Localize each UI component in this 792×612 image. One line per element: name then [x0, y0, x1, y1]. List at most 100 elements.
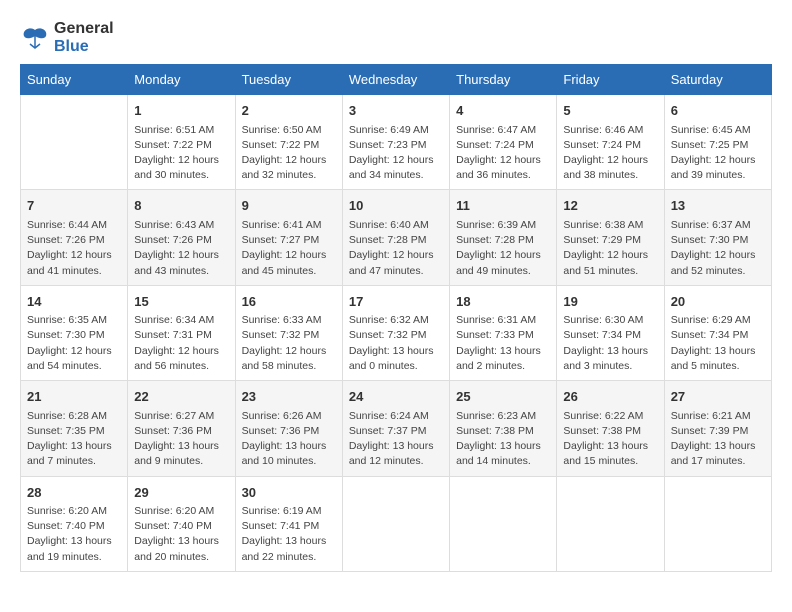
logo-text: General Blue [54, 20, 114, 56]
day-info: Sunrise: 6:39 AMSunset: 7:28 PMDaylight:… [456, 218, 550, 279]
day-number: 18 [456, 292, 550, 312]
calendar-week-row: 1Sunrise: 6:51 AMSunset: 7:22 PMDaylight… [21, 95, 772, 190]
day-number: 4 [456, 101, 550, 121]
calendar-cell: 15Sunrise: 6:34 AMSunset: 7:31 PMDayligh… [128, 285, 235, 380]
calendar-cell: 9Sunrise: 6:41 AMSunset: 7:27 PMDaylight… [235, 190, 342, 285]
day-number: 12 [563, 196, 657, 216]
day-info: Sunrise: 6:49 AMSunset: 7:23 PMDaylight:… [349, 123, 443, 184]
calendar-cell: 28Sunrise: 6:20 AMSunset: 7:40 PMDayligh… [21, 476, 128, 571]
column-header-saturday: Saturday [664, 65, 771, 95]
day-number: 19 [563, 292, 657, 312]
day-number: 2 [242, 101, 336, 121]
calendar-cell: 26Sunrise: 6:22 AMSunset: 7:38 PMDayligh… [557, 381, 664, 476]
day-number: 13 [671, 196, 765, 216]
day-info: Sunrise: 6:31 AMSunset: 7:33 PMDaylight:… [456, 313, 550, 374]
calendar-cell: 4Sunrise: 6:47 AMSunset: 7:24 PMDaylight… [450, 95, 557, 190]
day-info: Sunrise: 6:51 AMSunset: 7:22 PMDaylight:… [134, 123, 228, 184]
day-info: Sunrise: 6:24 AMSunset: 7:37 PMDaylight:… [349, 409, 443, 470]
column-header-friday: Friday [557, 65, 664, 95]
calendar-cell: 11Sunrise: 6:39 AMSunset: 7:28 PMDayligh… [450, 190, 557, 285]
calendar-week-row: 21Sunrise: 6:28 AMSunset: 7:35 PMDayligh… [21, 381, 772, 476]
calendar-table: SundayMondayTuesdayWednesdayThursdayFrid… [20, 64, 772, 572]
day-info: Sunrise: 6:19 AMSunset: 7:41 PMDaylight:… [242, 504, 336, 565]
calendar-cell: 22Sunrise: 6:27 AMSunset: 7:36 PMDayligh… [128, 381, 235, 476]
calendar-cell [664, 476, 771, 571]
calendar-cell: 16Sunrise: 6:33 AMSunset: 7:32 PMDayligh… [235, 285, 342, 380]
calendar-cell: 14Sunrise: 6:35 AMSunset: 7:30 PMDayligh… [21, 285, 128, 380]
day-info: Sunrise: 6:37 AMSunset: 7:30 PMDaylight:… [671, 218, 765, 279]
column-header-thursday: Thursday [450, 65, 557, 95]
calendar-cell [342, 476, 449, 571]
day-number: 26 [563, 387, 657, 407]
day-number: 17 [349, 292, 443, 312]
day-info: Sunrise: 6:21 AMSunset: 7:39 PMDaylight:… [671, 409, 765, 470]
day-number: 5 [563, 101, 657, 121]
day-info: Sunrise: 6:40 AMSunset: 7:28 PMDaylight:… [349, 218, 443, 279]
day-info: Sunrise: 6:43 AMSunset: 7:26 PMDaylight:… [134, 218, 228, 279]
day-number: 3 [349, 101, 443, 121]
calendar-week-row: 7Sunrise: 6:44 AMSunset: 7:26 PMDaylight… [21, 190, 772, 285]
day-number: 30 [242, 483, 336, 503]
day-number: 8 [134, 196, 228, 216]
calendar-cell: 2Sunrise: 6:50 AMSunset: 7:22 PMDaylight… [235, 95, 342, 190]
calendar-cell: 8Sunrise: 6:43 AMSunset: 7:26 PMDaylight… [128, 190, 235, 285]
calendar-cell: 1Sunrise: 6:51 AMSunset: 7:22 PMDaylight… [128, 95, 235, 190]
logo-icon [20, 26, 50, 50]
day-info: Sunrise: 6:28 AMSunset: 7:35 PMDaylight:… [27, 409, 121, 470]
calendar-cell: 27Sunrise: 6:21 AMSunset: 7:39 PMDayligh… [664, 381, 771, 476]
day-number: 1 [134, 101, 228, 121]
day-info: Sunrise: 6:20 AMSunset: 7:40 PMDaylight:… [134, 504, 228, 565]
day-number: 24 [349, 387, 443, 407]
day-info: Sunrise: 6:33 AMSunset: 7:32 PMDaylight:… [242, 313, 336, 374]
column-header-wednesday: Wednesday [342, 65, 449, 95]
day-info: Sunrise: 6:27 AMSunset: 7:36 PMDaylight:… [134, 409, 228, 470]
day-number: 29 [134, 483, 228, 503]
day-info: Sunrise: 6:29 AMSunset: 7:34 PMDaylight:… [671, 313, 765, 374]
column-header-sunday: Sunday [21, 65, 128, 95]
day-info: Sunrise: 6:45 AMSunset: 7:25 PMDaylight:… [671, 123, 765, 184]
day-number: 22 [134, 387, 228, 407]
day-number: 27 [671, 387, 765, 407]
calendar-cell: 7Sunrise: 6:44 AMSunset: 7:26 PMDaylight… [21, 190, 128, 285]
calendar-cell: 19Sunrise: 6:30 AMSunset: 7:34 PMDayligh… [557, 285, 664, 380]
day-info: Sunrise: 6:22 AMSunset: 7:38 PMDaylight:… [563, 409, 657, 470]
day-info: Sunrise: 6:41 AMSunset: 7:27 PMDaylight:… [242, 218, 336, 279]
calendar-header-row: SundayMondayTuesdayWednesdayThursdayFrid… [21, 65, 772, 95]
calendar-week-row: 14Sunrise: 6:35 AMSunset: 7:30 PMDayligh… [21, 285, 772, 380]
day-number: 20 [671, 292, 765, 312]
day-info: Sunrise: 6:35 AMSunset: 7:30 PMDaylight:… [27, 313, 121, 374]
calendar-cell: 17Sunrise: 6:32 AMSunset: 7:32 PMDayligh… [342, 285, 449, 380]
day-number: 14 [27, 292, 121, 312]
calendar-cell: 5Sunrise: 6:46 AMSunset: 7:24 PMDaylight… [557, 95, 664, 190]
day-info: Sunrise: 6:20 AMSunset: 7:40 PMDaylight:… [27, 504, 121, 565]
calendar-cell: 3Sunrise: 6:49 AMSunset: 7:23 PMDaylight… [342, 95, 449, 190]
day-number: 21 [27, 387, 121, 407]
calendar-cell: 20Sunrise: 6:29 AMSunset: 7:34 PMDayligh… [664, 285, 771, 380]
day-info: Sunrise: 6:30 AMSunset: 7:34 PMDaylight:… [563, 313, 657, 374]
day-info: Sunrise: 6:23 AMSunset: 7:38 PMDaylight:… [456, 409, 550, 470]
day-info: Sunrise: 6:26 AMSunset: 7:36 PMDaylight:… [242, 409, 336, 470]
day-info: Sunrise: 6:50 AMSunset: 7:22 PMDaylight:… [242, 123, 336, 184]
calendar-cell: 6Sunrise: 6:45 AMSunset: 7:25 PMDaylight… [664, 95, 771, 190]
calendar-cell [450, 476, 557, 571]
day-info: Sunrise: 6:32 AMSunset: 7:32 PMDaylight:… [349, 313, 443, 374]
calendar-cell: 12Sunrise: 6:38 AMSunset: 7:29 PMDayligh… [557, 190, 664, 285]
calendar-cell: 30Sunrise: 6:19 AMSunset: 7:41 PMDayligh… [235, 476, 342, 571]
column-header-monday: Monday [128, 65, 235, 95]
logo: General Blue [20, 20, 114, 56]
page-header: General Blue [20, 20, 772, 56]
day-number: 28 [27, 483, 121, 503]
calendar-cell: 25Sunrise: 6:23 AMSunset: 7:38 PMDayligh… [450, 381, 557, 476]
calendar-cell: 29Sunrise: 6:20 AMSunset: 7:40 PMDayligh… [128, 476, 235, 571]
day-number: 16 [242, 292, 336, 312]
day-info: Sunrise: 6:34 AMSunset: 7:31 PMDaylight:… [134, 313, 228, 374]
day-number: 7 [27, 196, 121, 216]
calendar-cell: 23Sunrise: 6:26 AMSunset: 7:36 PMDayligh… [235, 381, 342, 476]
day-number: 6 [671, 101, 765, 121]
day-info: Sunrise: 6:38 AMSunset: 7:29 PMDaylight:… [563, 218, 657, 279]
calendar-cell: 24Sunrise: 6:24 AMSunset: 7:37 PMDayligh… [342, 381, 449, 476]
day-number: 25 [456, 387, 550, 407]
calendar-cell [557, 476, 664, 571]
day-number: 23 [242, 387, 336, 407]
day-info: Sunrise: 6:46 AMSunset: 7:24 PMDaylight:… [563, 123, 657, 184]
